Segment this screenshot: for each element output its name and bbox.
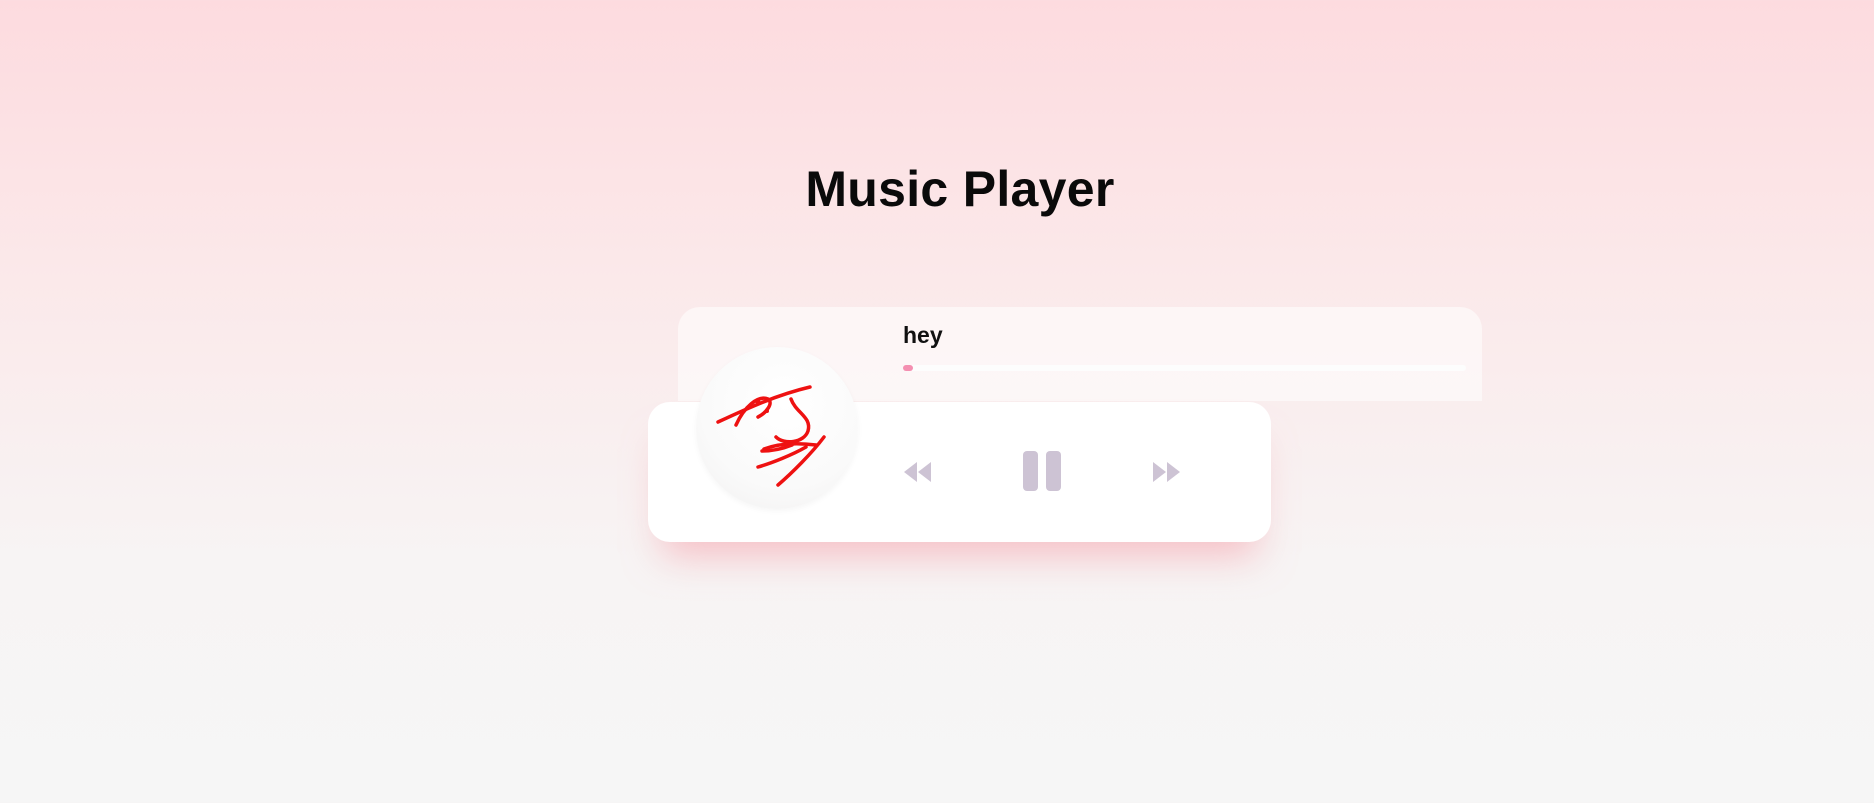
page-title: Music Player [805,161,1115,217]
pause-icon [1023,451,1061,491]
album-art [696,347,858,509]
progress-fill [903,365,913,371]
previous-button[interactable] [895,450,939,494]
next-button[interactable] [1145,450,1189,494]
progress-bar[interactable] [903,365,1466,371]
album-art-image [716,385,826,487]
pause-button[interactable] [1017,445,1067,497]
backward-icon [904,462,931,482]
forward-icon [1153,462,1180,482]
track-title: hey [903,322,943,348]
